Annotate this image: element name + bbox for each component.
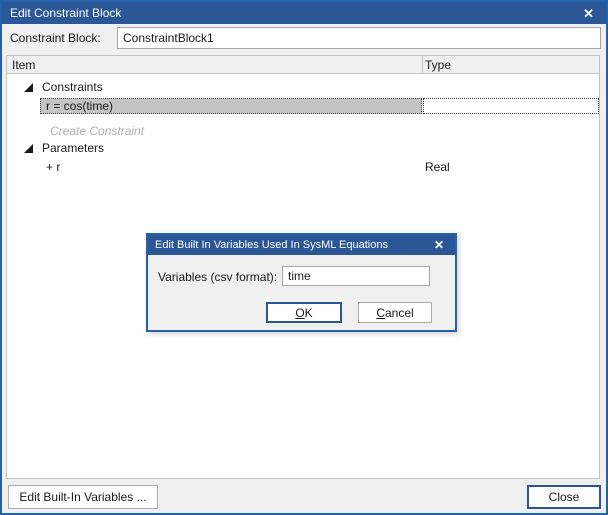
column-header-type: Type: [425, 56, 451, 74]
parameter-name: + r: [46, 160, 60, 174]
tree-row-parameter-r[interactable]: + r Real: [7, 159, 598, 175]
edit-constraint-block-dialog: Edit Constraint Block ✕ Constraint Block…: [0, 0, 608, 515]
modal-title: Edit Built In Variables Used In SysML Eq…: [155, 239, 388, 251]
ok-button[interactable]: OK: [266, 302, 342, 323]
selected-constraint-type-cell[interactable]: [423, 98, 599, 114]
tree-row-parameters[interactable]: Parameters: [7, 140, 598, 156]
create-constraint-label: Create Constraint: [50, 124, 144, 138]
constraint-expression: r = cos(time): [46, 99, 113, 113]
expanded-triangle-icon[interactable]: [24, 144, 33, 153]
table-header: Item Type: [7, 56, 599, 74]
ok-button-label: OK: [295, 306, 312, 320]
variables-input[interactable]: [282, 266, 430, 286]
close-icon[interactable]: ✕: [579, 6, 598, 21]
expanded-triangle-icon[interactable]: [24, 83, 33, 92]
variables-label: Variables (csv format):: [158, 270, 277, 284]
dialog-title: Edit Constraint Block: [10, 6, 121, 20]
edit-builtin-variables-dialog: Edit Built In Variables Used In SysML Eq…: [146, 233, 457, 332]
close-button[interactable]: Close: [527, 485, 601, 509]
modal-close-icon[interactable]: ✕: [430, 238, 448, 252]
modal-titlebar: Edit Built In Variables Used In SysML Eq…: [148, 235, 455, 255]
constraint-block-input[interactable]: [117, 27, 601, 49]
dialog-titlebar: Edit Constraint Block ✕: [2, 2, 606, 24]
column-header-item: Item: [12, 56, 35, 74]
tree-row-constraint-selected: r = cos(time): [7, 98, 598, 114]
close-button-label: Close: [549, 490, 580, 504]
column-divider: [422, 56, 423, 74]
edit-builtin-variables-button-label: Edit Built-In Variables ...: [19, 490, 146, 504]
tree-row-create-constraint[interactable]: Create Constraint: [7, 123, 598, 139]
parameter-type: Real: [425, 160, 450, 174]
tree-row-label: Constraints: [42, 80, 103, 94]
cancel-button-label: Cancel: [376, 306, 413, 320]
screen: Edit Constraint Block ✕ Constraint Block…: [0, 0, 608, 515]
tree-row-label: Parameters: [42, 141, 104, 155]
cancel-button[interactable]: Cancel: [358, 302, 432, 323]
constraint-block-label: Constraint Block:: [10, 31, 101, 45]
tree-row-constraints[interactable]: Constraints: [7, 79, 598, 95]
selected-constraint-cell[interactable]: r = cos(time): [40, 98, 422, 114]
edit-builtin-variables-button[interactable]: Edit Built-In Variables ...: [8, 485, 158, 509]
